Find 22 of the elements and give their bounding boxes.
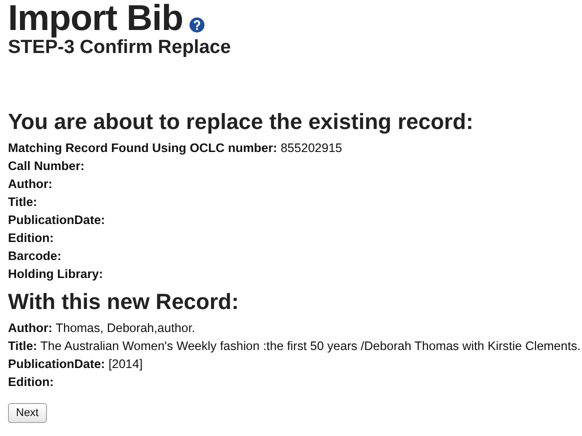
field-label: PublicationDate: [8, 357, 106, 371]
field-value: Thomas, Deborah,author. [56, 321, 196, 335]
field-label: Holding Library: [8, 267, 103, 281]
help-icon[interactable] [188, 17, 205, 33]
field-label: Matching Record Found Using OCLC number: [8, 141, 278, 155]
field-value: 855202915 [280, 141, 342, 155]
next-button[interactable]: Next [8, 403, 47, 423]
field-value: [2014] [108, 357, 143, 371]
section-heading: With this new Record: [8, 289, 240, 315]
section-heading: You are about to replace the existing record: [8, 109, 474, 135]
field-label: Title: [8, 339, 38, 353]
field-label: Title: [8, 195, 38, 209]
field-label: Author: [8, 177, 52, 191]
field-label: Edition: [8, 231, 54, 245]
step-subtitle: STEP-3 Confirm Replace [8, 37, 232, 59]
field-value: The Australian Women's Weekly fashion :the first 50 years /Deborah Thomas with Kirstie Clements. [40, 339, 581, 353]
field-label: Barcode: [8, 249, 62, 263]
page-title: Import Bib [8, 0, 183, 36]
field-label: Author: [8, 321, 52, 335]
field-label: Edition: [8, 375, 54, 389]
field-label: Call Number: [8, 159, 85, 173]
field-label: PublicationDate: [8, 213, 106, 227]
